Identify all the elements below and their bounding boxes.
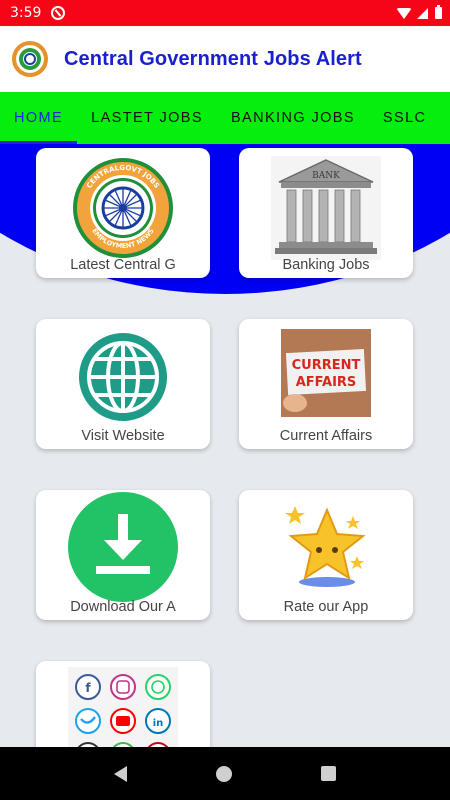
app-logo-icon: [12, 41, 48, 77]
app-bar: Central Government Jobs Alert: [0, 26, 450, 92]
svg-text:in: in: [153, 718, 164, 729]
card-social-share[interactable]: f in: [36, 661, 210, 747]
bank-image-text: BANK: [312, 171, 340, 181]
tab-sslc[interactable]: SSLC: [369, 92, 440, 144]
globe-icon: [79, 333, 167, 421]
card-label: Visit Website: [81, 428, 165, 444]
card-rate-app[interactable]: Rate our App: [239, 490, 413, 620]
card-banking-jobs[interactable]: BANK Banking Jobs: [239, 148, 413, 278]
download-icon: [68, 492, 178, 602]
wifi-icon: [396, 7, 412, 19]
home-content[interactable]: CENTRALGOVT JOBS EMPLOYMENT NEWS Latest …: [0, 144, 450, 747]
star-icon: [285, 506, 366, 587]
card-visit-website[interactable]: Visit Website: [36, 319, 210, 449]
emblem-icon: CENTRALGOVT JOBS EMPLOYMENT NEWS: [73, 158, 173, 258]
card-label: Download Our A: [70, 599, 176, 615]
tab-bar: HOME LASTET JOBS BANKING JOBS SSLC: [0, 92, 450, 144]
card-download-app[interactable]: Download Our A: [36, 490, 210, 620]
status-bar: 3:59: [0, 0, 450, 26]
notification-blocked-icon: [51, 6, 66, 20]
card-label: Rate our App: [283, 599, 369, 615]
social-share-icon: f in: [68, 667, 178, 747]
current-affairs-line2: AFFAIRS: [296, 375, 357, 390]
card-label: Banking Jobs: [282, 257, 370, 273]
back-icon[interactable]: [114, 765, 128, 782]
tab-banking-jobs[interactable]: BANKING JOBS: [217, 92, 369, 144]
current-affairs-icon: CURRENT AFFAIRS: [281, 329, 371, 417]
recents-icon[interactable]: [320, 766, 336, 781]
home-icon[interactable]: [215, 765, 232, 782]
svg-text:f: f: [85, 681, 91, 695]
card-label: Latest Central G: [70, 257, 176, 273]
status-time: 3:59: [10, 5, 42, 21]
card-label: Current Affairs: [279, 428, 373, 444]
bank-icon: BANK: [271, 156, 381, 260]
tab-home[interactable]: HOME: [0, 92, 78, 144]
status-icons: [396, 5, 442, 19]
current-affairs-line1: CURRENT: [292, 358, 361, 373]
card-latest-central-govt[interactable]: CENTRALGOVT JOBS EMPLOYMENT NEWS Latest …: [36, 148, 210, 278]
navigation-bar: [0, 747, 450, 800]
tab-latest-jobs[interactable]: LASTET JOBS: [77, 92, 217, 144]
card-current-affairs[interactable]: CURRENT AFFAIRS Current Affairs: [239, 319, 413, 449]
app-title: Central Government Jobs Alert: [64, 47, 362, 70]
battery-icon: [435, 5, 442, 19]
signal-icon: [417, 7, 428, 19]
